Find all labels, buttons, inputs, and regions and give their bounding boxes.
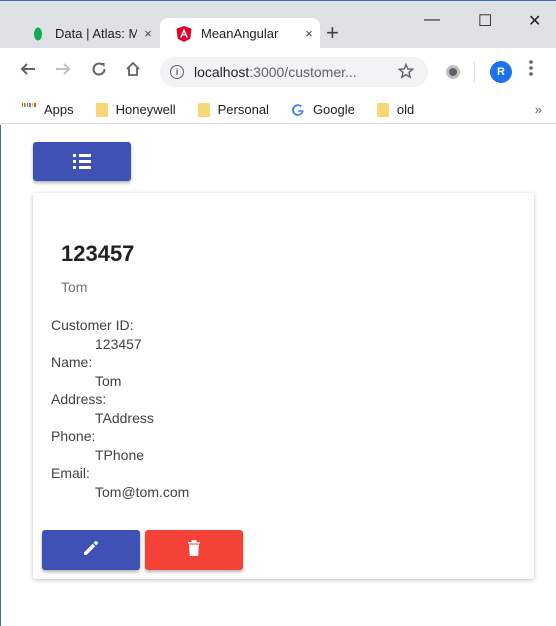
trash-icon [187, 539, 201, 562]
address-bar[interactable]: i localhost :3000/customer... [160, 57, 428, 87]
field-label-address: Address: [51, 391, 107, 407]
field-value-address: TAddress [95, 409, 154, 426]
field-label-phone: Phone: [51, 428, 96, 444]
list-icon [73, 154, 91, 169]
toolbar-separator [474, 62, 475, 82]
list-menu-button[interactable] [33, 142, 131, 181]
field-value-phone: TPhone [95, 446, 145, 463]
google-icon [291, 103, 305, 117]
bookmark-google[interactable]: Google [291, 102, 355, 117]
bookmarks-overflow-icon[interactable]: » [535, 102, 542, 117]
field-value-customer-id: 123457 [95, 335, 142, 352]
tab-close-icon[interactable]: × [137, 26, 159, 41]
card-title: 123457 [61, 241, 135, 266]
bookmarks-bar: Apps Honeywell Personal Google old » [0, 96, 556, 124]
site-info-icon[interactable]: i [170, 65, 184, 79]
forward-icon[interactable] [55, 61, 71, 81]
bookmark-apps[interactable]: Apps [22, 102, 74, 117]
tab-title: Data | Atlas: M [55, 26, 137, 41]
bookmark-honeywell[interactable]: Honeywell [95, 102, 176, 117]
bookmark-label: Personal [217, 102, 269, 117]
back-icon[interactable] [20, 61, 36, 81]
profile-avatar[interactable]: R [490, 61, 512, 83]
bookmark-star-icon[interactable] [397, 62, 415, 84]
field-label-customer-id: Customer ID: [51, 317, 134, 333]
minimize-icon[interactable]: — [424, 11, 440, 29]
apps-grid-icon [22, 102, 37, 117]
browser-tab-meanangular[interactable]: MeanAngular × [160, 18, 320, 49]
delete-button[interactable] [145, 530, 243, 570]
bookmark-label: Honeywell [115, 102, 176, 117]
bookmark-label: Google [312, 102, 355, 117]
pencil-icon [82, 539, 100, 562]
field-label-name: Name: [51, 354, 93, 370]
customer-card: 123457 Tom Customer ID: 123457 Name: Tom… [33, 193, 534, 579]
leaf-icon [30, 26, 46, 42]
field-label-email: Email: [51, 465, 90, 481]
tab-close-icon[interactable]: × [298, 26, 320, 41]
tab-title: MeanAngular [201, 26, 279, 41]
field-value-name: Tom [95, 372, 122, 389]
page-content: 123457 Tom Customer ID: 123457 Name: Tom… [0, 125, 556, 626]
extension-icon[interactable] [446, 65, 460, 79]
customer-details: Customer ID: 123457 Name: Tom Address: T… [51, 316, 189, 501]
new-tab-button[interactable]: + [326, 22, 339, 44]
url-path: :3000/customer... [249, 64, 357, 80]
reload-icon[interactable] [91, 61, 107, 81]
browser-menu-icon[interactable] [529, 60, 533, 80]
folder-icon [197, 102, 210, 117]
window-close-icon[interactable]: ✕ [528, 11, 541, 31]
bookmark-label: Apps [44, 102, 74, 117]
bookmark-label: old [396, 102, 415, 117]
bookmark-personal[interactable]: Personal [197, 102, 269, 117]
maximize-icon[interactable]: ☐ [478, 11, 492, 31]
folder-icon [376, 102, 389, 117]
browser-toolbar: i localhost :3000/customer... R [0, 48, 556, 96]
angular-icon [176, 25, 192, 42]
folder-icon [95, 102, 108, 117]
tab-strip: Data | Atlas: M × MeanAngular × + — ☐ ✕ [0, 0, 556, 49]
bookmark-old[interactable]: old [376, 102, 415, 117]
card-subtitle: Tom [61, 279, 88, 295]
home-icon[interactable] [125, 61, 141, 81]
url-host: localhost [194, 64, 250, 80]
edit-button[interactable] [42, 530, 140, 570]
browser-tab-atlas[interactable]: Data | Atlas: M × [14, 18, 159, 49]
field-value-email: Tom@tom.com [95, 483, 190, 500]
